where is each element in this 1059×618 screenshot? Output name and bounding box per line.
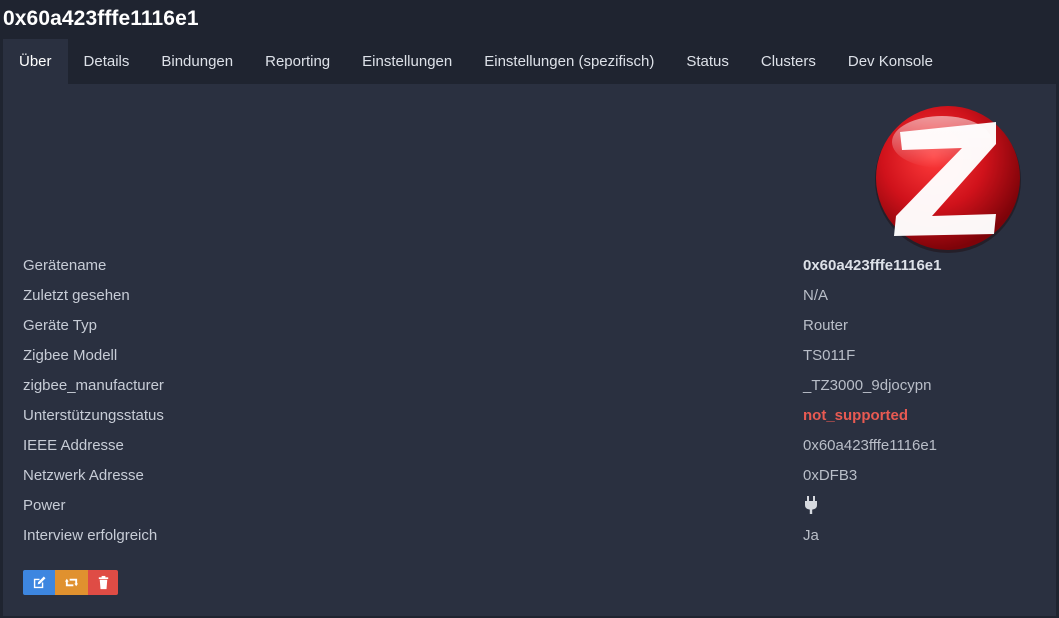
support-status-value: not_supported — [803, 407, 908, 424]
ieee-address-value: 0x60a423fffe1116e1 — [803, 437, 938, 454]
reconfigure-device-button[interactable] — [55, 570, 88, 595]
row-label: Netzwerk Adresse — [23, 467, 144, 484]
row-zigbee-manufacturer: zigbee_manufacturer _TZ3000_9djocypn — [23, 371, 1043, 401]
zigbee-logo-icon — [875, 106, 1021, 253]
trash-icon — [98, 575, 108, 590]
plug-icon — [805, 495, 817, 514]
retweet-icon — [64, 578, 79, 587]
row-device-name: Gerätename 0x60a423fffe1116e1 — [23, 251, 1043, 281]
row-zigbee-model: Zigbee Modell TS011F — [23, 341, 1043, 371]
tab-settings[interactable]: Einstellungen — [346, 39, 468, 84]
row-label: Zigbee Modell — [23, 347, 118, 364]
tab-bindings[interactable]: Bindungen — [145, 39, 249, 84]
zigbee-manufacturer-value: _TZ3000_9djocypn — [803, 377, 932, 394]
page-title: 0x60a423fffe1116e1 — [3, 7, 199, 30]
device-info-panel: Gerätename 0x60a423fffe1116e1 Zuletzt ge… — [3, 84, 1056, 616]
row-power: Power — [23, 491, 1043, 521]
row-label: IEEE Addresse — [23, 437, 124, 454]
tab-reporting[interactable]: Reporting — [249, 39, 346, 84]
tab-clusters[interactable]: Clusters — [745, 39, 832, 84]
tab-bar: Über Details Bindungen Reporting Einstel… — [3, 39, 949, 84]
device-properties: Gerätename 0x60a423fffe1116e1 Zuletzt ge… — [23, 251, 1043, 551]
row-label: Zuletzt gesehen — [23, 287, 130, 304]
row-interview-completed: Interview erfolgreich Ja — [23, 521, 1043, 551]
row-label: Geräte Typ — [23, 317, 97, 334]
row-last-seen: Zuletzt gesehen N/A — [23, 281, 1043, 311]
edit-icon — [33, 576, 45, 589]
power-value — [803, 491, 819, 521]
row-label: Gerätename — [23, 257, 107, 274]
row-ieee-address: IEEE Addresse 0x60a423fffe1116e1 — [23, 431, 1043, 461]
last-seen-value: N/A — [803, 287, 829, 304]
tab-settings-specific[interactable]: Einstellungen (spezifisch) — [468, 39, 670, 84]
device-name-value: 0x60a423fffe1116e1 — [803, 257, 942, 274]
row-device-type: Geräte Typ Router — [23, 311, 1043, 341]
tab-dev-console[interactable]: Dev Konsole — [832, 39, 949, 84]
tab-about[interactable]: Über — [3, 39, 68, 84]
row-support-status: Unterstützungsstatus not_supported — [23, 401, 1043, 431]
device-type-value: Router — [803, 317, 849, 334]
row-label: zigbee_manufacturer — [23, 377, 164, 394]
device-action-buttons — [23, 570, 118, 595]
row-network-address: Netzwerk Adresse 0xDFB3 — [23, 461, 1043, 491]
row-label: Interview erfolgreich — [23, 527, 158, 544]
rename-device-button[interactable] — [23, 570, 55, 595]
network-address-value: 0xDFB3 — [803, 467, 858, 484]
row-label: Power — [23, 497, 66, 514]
tab-details[interactable]: Details — [68, 39, 146, 84]
tab-state[interactable]: Status — [670, 39, 745, 84]
interview-completed-value: Ja — [803, 527, 819, 544]
row-label: Unterstützungsstatus — [23, 407, 164, 424]
zigbee-model-value: TS011F — [803, 347, 856, 364]
remove-device-button[interactable] — [88, 570, 118, 595]
